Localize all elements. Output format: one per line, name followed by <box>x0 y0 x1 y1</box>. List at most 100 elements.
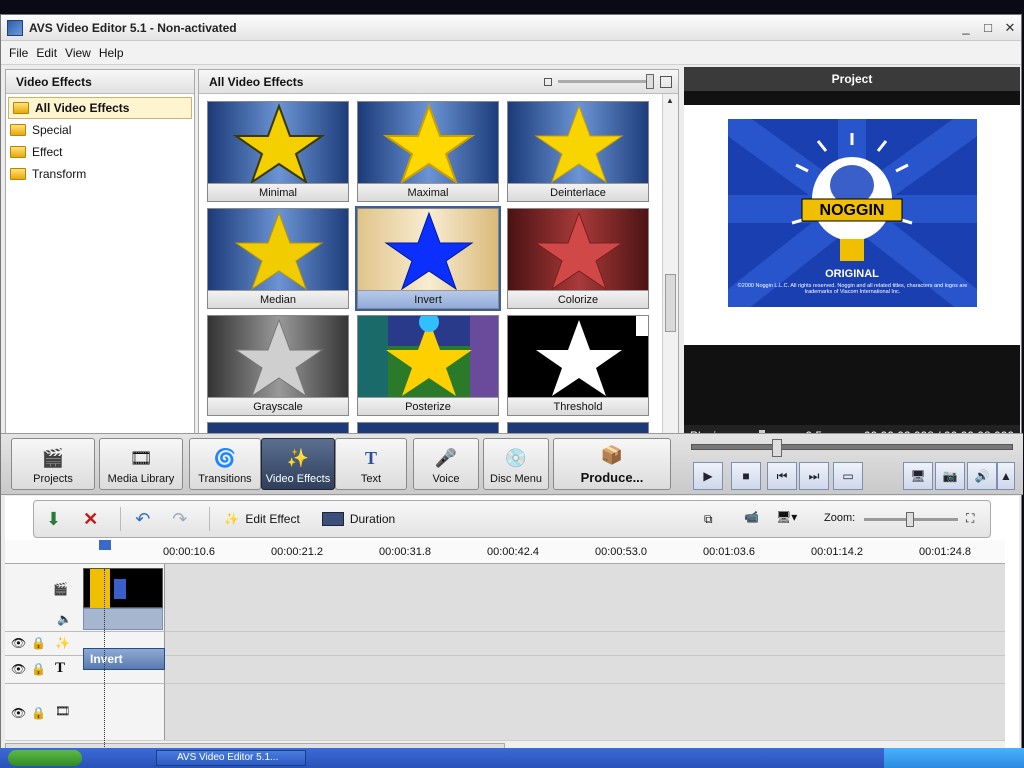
effect-grayscale[interactable]: Grayscale <box>207 315 349 416</box>
webcam-icon[interactable]: 📹 <box>744 510 759 524</box>
lock-icon: 🔒 <box>31 706 46 720</box>
gallery-title: All Video Effects <box>209 74 304 89</box>
progress-thumb[interactable] <box>772 439 782 457</box>
playback-progress-bar[interactable] <box>691 439 1013 457</box>
fit-timeline-icon[interactable]: ⛶ <box>966 511 974 526</box>
star-thumbnail-icon <box>358 316 498 397</box>
effect-minimal[interactable]: Minimal <box>207 101 349 202</box>
skip-forward-icon: ⏭ <box>808 468 820 483</box>
category-panel-title: Video Effects <box>6 70 194 94</box>
redo-button[interactable]: ↷ <box>172 509 187 530</box>
play-button[interactable]: ▶ <box>693 462 723 490</box>
duration-film-icon <box>321 512 344 526</box>
effect-median[interactable]: Median <box>207 208 349 309</box>
duration-button[interactable]: Duration <box>321 512 395 526</box>
voice-button[interactable]: 🎤 Voice <box>413 438 479 490</box>
edit-effect-button[interactable]: ✨ Edit Effect <box>224 512 299 526</box>
category-effect[interactable]: Effect <box>6 141 194 163</box>
star-thumbnail-icon <box>208 209 348 290</box>
display-dropdown-icon[interactable]: 🖥▾ <box>776 510 797 524</box>
volume-dropdown[interactable]: ▲ <box>997 462 1015 490</box>
main-toolbar: 🎬 Projects 🎞 Media Library 🌀 Transitions ✨ V… <box>1 433 1023 495</box>
taskbar-item-avs[interactable]: AVS Video Editor 5.1... <box>156 750 306 766</box>
star-thumbnail-icon <box>208 102 348 183</box>
clapperboard-icon: 🎬 <box>53 582 68 596</box>
stop-button[interactable]: ■ <box>731 462 761 490</box>
minimize-button[interactable]: _ <box>955 20 977 36</box>
monitor-icon: 🖥 <box>910 469 926 483</box>
gallery-scrollbar[interactable]: ▲ ▼ <box>662 94 678 446</box>
effect-maximal[interactable]: Maximal <box>357 101 499 202</box>
thumbnail-size-slider[interactable] <box>544 74 672 89</box>
delete-button[interactable]: ✕ <box>83 509 98 530</box>
effect-posterize[interactable]: Posterize <box>357 315 499 416</box>
clapperboard-icon: 🎬 <box>41 447 65 468</box>
effect-star-icon: ✨ <box>224 512 240 526</box>
effect-threshold[interactable]: Threshold <box>507 315 649 416</box>
projects-button[interactable]: 🎬 Projects <box>11 438 95 490</box>
camera-icon: 📷 <box>942 469 958 483</box>
effect-invert[interactable]: Invert <box>355 206 501 311</box>
close-button[interactable]: ✕ <box>999 20 1021 36</box>
undo-button[interactable]: ↶ <box>135 509 150 530</box>
audio-clip[interactable] <box>83 608 163 630</box>
delete-x-icon: ✕ <box>83 508 99 529</box>
window-title: AVS Video Editor 5.1 - Non-activated <box>29 20 237 35</box>
disc-menu-button[interactable]: 💿 Disc Menu <box>483 438 549 490</box>
folder-icon <box>10 146 26 158</box>
effects-category-panel: Video Effects All Video Effects Special … <box>5 69 195 447</box>
menu-help[interactable]: Help <box>95 46 128 60</box>
menu-view[interactable]: View <box>61 46 95 60</box>
timeline-toolbar: ⬇ ✕ ↶ ↷ ✨ Edit Effect Duration ⧉ 📹 🖥▾ Zoo… <box>33 500 991 538</box>
lock-icon: 🔒 <box>31 636 46 650</box>
start-button[interactable] <box>8 750 82 766</box>
swirl-icon: 🌀 <box>213 447 237 468</box>
next-frame-button[interactable]: ⏭ <box>799 462 829 490</box>
fullscreen-preview-button[interactable]: ▭ <box>833 462 863 490</box>
effect-colorize[interactable]: Colorize <box>507 208 649 309</box>
media-library-button[interactable]: 🎞 Media Library <box>99 438 183 490</box>
playhead-marker[interactable] <box>99 540 111 550</box>
timeline-ruler[interactable]: 00:00:10.6 00:00:21.2 00:00:31.8 00:00:4… <box>5 540 1005 564</box>
large-thumbnails-icon <box>660 75 672 88</box>
text-t-icon: T <box>364 447 377 468</box>
invert-effect-clip[interactable]: Invert <box>83 648 165 670</box>
text-track[interactable] <box>165 656 1005 684</box>
category-transform[interactable]: Transform <box>6 163 194 185</box>
previous-frame-button[interactable]: ⏮ <box>767 462 797 490</box>
undo-icon: ↶ <box>135 508 151 529</box>
category-all-video-effects[interactable]: All Video Effects <box>8 97 192 119</box>
overlay-track[interactable] <box>165 684 1005 744</box>
split-clip-icon[interactable]: ⧉ <box>704 512 713 527</box>
video-track[interactable] <box>165 564 1005 632</box>
category-special[interactable]: Special <box>6 119 194 141</box>
effects-track[interactable] <box>165 632 1005 656</box>
add-to-timeline-button[interactable]: ⬇ <box>46 509 61 530</box>
folder-icon <box>13 102 29 114</box>
text-track-icon: T <box>55 660 66 676</box>
split-screen-button[interactable]: 🖥 <box>903 462 933 490</box>
menu-edit[interactable]: Edit <box>32 46 61 60</box>
volume-button[interactable]: 🔊 <box>967 462 997 490</box>
slider-thumb[interactable] <box>646 74 654 89</box>
system-tray <box>884 748 1024 768</box>
video-clip[interactable] <box>83 568 163 609</box>
timeline-panel: ⬇ ✕ ↶ ↷ ✨ Edit Effect Duration ⧉ 📹 🖥▾ Zoo… <box>5 496 1019 754</box>
snapshot-button[interactable]: 📷 <box>935 462 965 490</box>
text-button[interactable]: T Text <box>335 438 407 490</box>
scroll-up-icon[interactable]: ▲ <box>666 96 674 105</box>
menu-file[interactable]: File <box>5 46 32 60</box>
maximize-button[interactable]: □ <box>977 20 999 36</box>
preview-screen[interactable]: NOGGIN ORIGINAL ©2000 Noggin L.L.C. All … <box>684 105 1020 345</box>
transitions-button[interactable]: 🌀 Transitions <box>189 438 261 490</box>
svg-text:NOGGIN: NOGGIN <box>820 202 885 219</box>
noggin-logo-frame: NOGGIN ORIGINAL ©2000 Noggin L.L.C. All … <box>728 119 977 307</box>
video-effects-button[interactable]: ✨ Video Effects <box>261 438 335 490</box>
star-thumbnail-icon <box>358 209 498 290</box>
timeline-zoom-slider[interactable] <box>864 512 958 527</box>
app-window: AVS Video Editor 5.1 - Non-activated _ □… <box>0 14 1023 759</box>
produce-button[interactable]: 📦 Produce... <box>553 438 671 490</box>
scroll-thumb[interactable] <box>665 274 676 332</box>
effect-deinterlace[interactable]: Deinterlace <box>507 101 649 202</box>
small-thumbnails-icon <box>544 77 552 86</box>
